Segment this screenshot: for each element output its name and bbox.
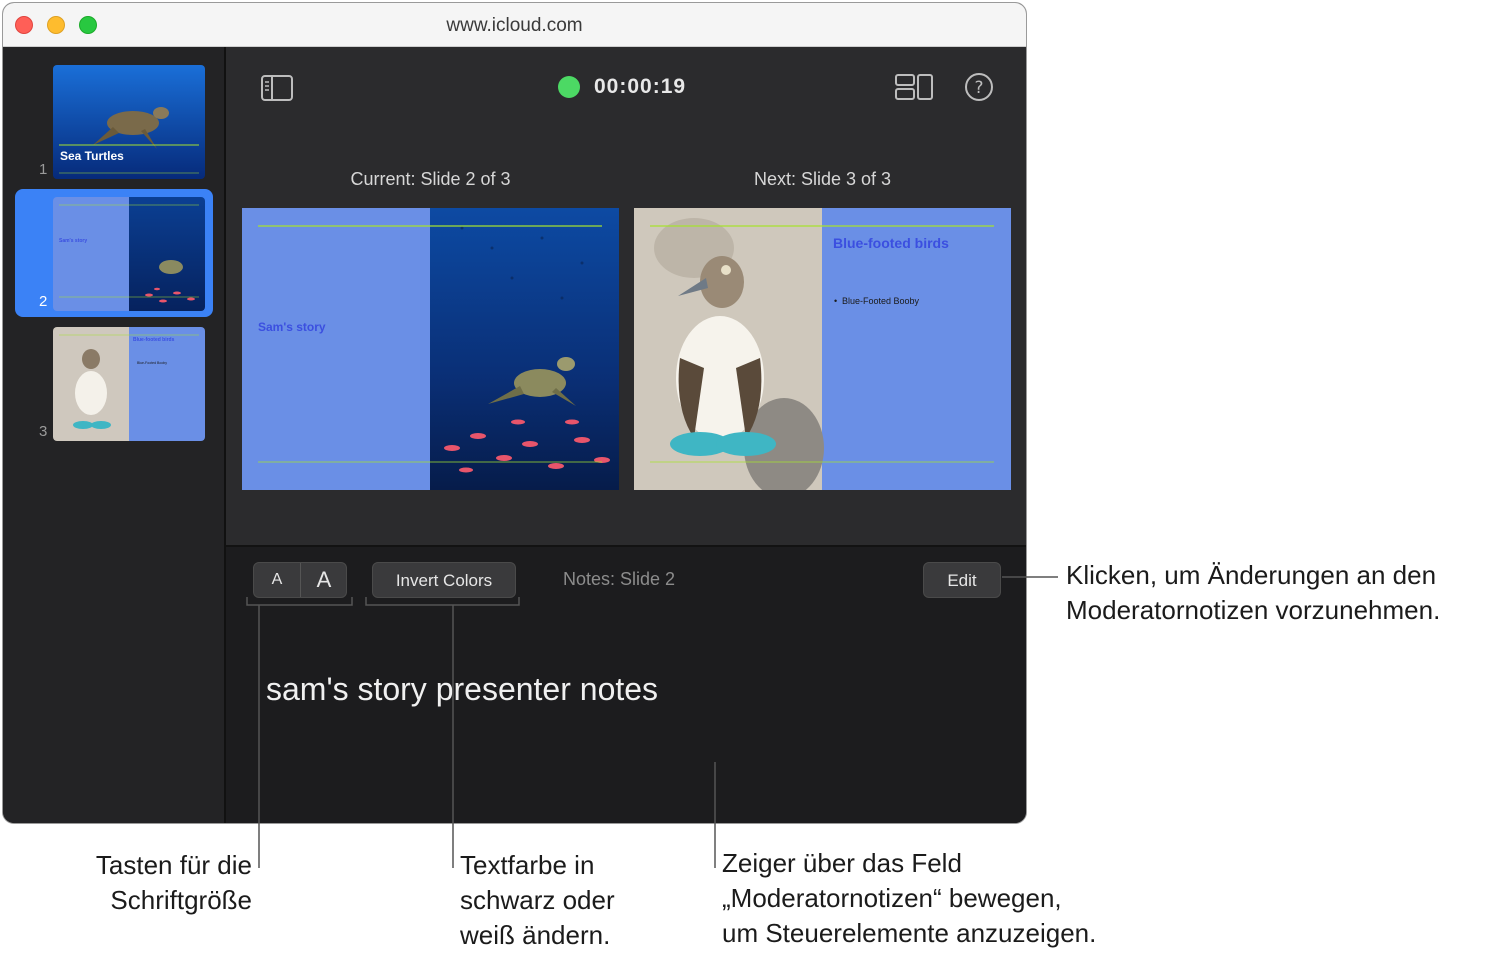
- invert-callout-line-3: weiß ändern.: [460, 920, 611, 950]
- hover-callout-line-3: um Steuerelemente anzuzeigen.: [722, 918, 1097, 948]
- font-size-callout: Tasten für die Schriftgröße: [60, 848, 252, 918]
- edit-callout-line-2: Moderatornotizen vorzunehmen.: [1066, 595, 1441, 625]
- edit-callout-line-1: Klicken, um Änderungen an den: [1066, 560, 1437, 590]
- font-size-callout-line-1: Tasten für die: [95, 850, 252, 880]
- invert-callout-line-1: Textfarbe in: [460, 850, 595, 880]
- font-size-callout-line-2: Schriftgröße: [110, 885, 252, 915]
- invert-callout-line-2: schwarz oder: [460, 885, 615, 915]
- hover-callout-line-2: „Moderatornotizen“ bewegen,: [722, 883, 1062, 913]
- hover-notes-callout: Zeiger über das Feld „Moderatornotizen“ …: [722, 846, 1096, 951]
- callout-lines: [246, 576, 1058, 868]
- hover-callout-line-1: Zeiger über das Feld: [722, 848, 962, 878]
- invert-colors-callout: Textfarbe in schwarz oder weiß ändern.: [460, 848, 615, 953]
- edit-callout: Klicken, um Änderungen an den Moderatorn…: [1066, 558, 1440, 628]
